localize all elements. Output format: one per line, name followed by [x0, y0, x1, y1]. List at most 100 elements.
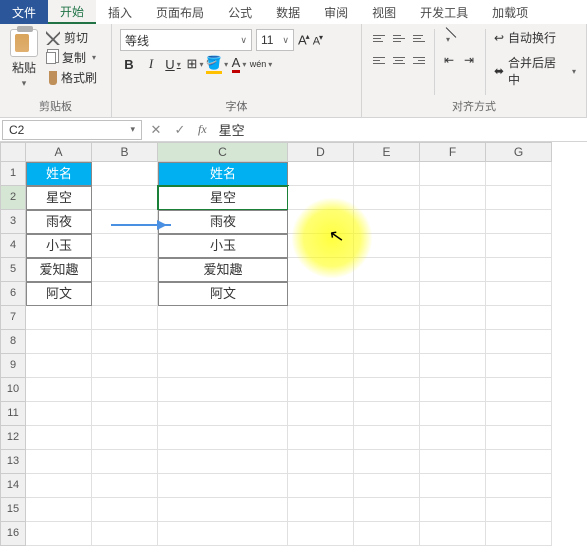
cell-E6[interactable]: [354, 282, 420, 306]
row-header-13[interactable]: 13: [0, 450, 26, 474]
cell-B15[interactable]: [92, 498, 158, 522]
cell-E8[interactable]: [354, 330, 420, 354]
cell-D15[interactable]: [288, 498, 354, 522]
row-header-6[interactable]: 6: [0, 282, 26, 306]
cell-F9[interactable]: [420, 354, 486, 378]
cell-E5[interactable]: [354, 258, 420, 282]
cut-button[interactable]: 剪切: [46, 29, 97, 46]
cell-E16[interactable]: [354, 522, 420, 546]
cell-B9[interactable]: [92, 354, 158, 378]
cell-A15[interactable]: [26, 498, 92, 522]
cell-A2[interactable]: 星空: [26, 186, 92, 210]
tab-addin[interactable]: 加载项: [480, 0, 540, 24]
cell-B13[interactable]: [92, 450, 158, 474]
cell-F1[interactable]: [420, 162, 486, 186]
col-header-E[interactable]: E: [354, 142, 420, 162]
cell-E12[interactable]: [354, 426, 420, 450]
tab-insert[interactable]: 插入: [96, 0, 144, 24]
row-header-1[interactable]: 1: [0, 162, 26, 186]
cell-F4[interactable]: [420, 234, 486, 258]
cell-G8[interactable]: [486, 330, 552, 354]
row-header-5[interactable]: 5: [0, 258, 26, 282]
cell-C9[interactable]: [158, 354, 288, 378]
cell-G9[interactable]: [486, 354, 552, 378]
decrease-font-button[interactable]: A▾: [313, 33, 322, 48]
col-header-B[interactable]: B: [92, 142, 158, 162]
border-button[interactable]: ⊞: [186, 55, 204, 73]
cell-G11[interactable]: [486, 402, 552, 426]
cell-D8[interactable]: [288, 330, 354, 354]
cell-G10[interactable]: [486, 378, 552, 402]
cell-C12[interactable]: [158, 426, 288, 450]
cell-G6[interactable]: [486, 282, 552, 306]
cell-E9[interactable]: [354, 354, 420, 378]
cell-E13[interactable]: [354, 450, 420, 474]
row-header-16[interactable]: 16: [0, 522, 26, 546]
cell-B8[interactable]: [92, 330, 158, 354]
cell-E14[interactable]: [354, 474, 420, 498]
cell-B14[interactable]: [92, 474, 158, 498]
cell-F8[interactable]: [420, 330, 486, 354]
cell-F15[interactable]: [420, 498, 486, 522]
tab-developer[interactable]: 开发工具: [408, 0, 480, 24]
col-header-D[interactable]: D: [288, 142, 354, 162]
font-name-select[interactable]: 等线∨: [120, 29, 252, 51]
cell-C16[interactable]: [158, 522, 288, 546]
cell-C2[interactable]: 星空: [158, 186, 288, 210]
cell-E1[interactable]: [354, 162, 420, 186]
col-header-C[interactable]: C: [158, 142, 288, 162]
cell-A4[interactable]: 小玉: [26, 234, 92, 258]
cell-A12[interactable]: [26, 426, 92, 450]
cell-E11[interactable]: [354, 402, 420, 426]
cell-C7[interactable]: [158, 306, 288, 330]
row-header-10[interactable]: 10: [0, 378, 26, 402]
cell-D6[interactable]: [288, 282, 354, 306]
cell-C6[interactable]: 阿文: [158, 282, 288, 306]
col-header-G[interactable]: G: [486, 142, 552, 162]
cell-B2[interactable]: [92, 186, 158, 210]
cell-G2[interactable]: [486, 186, 552, 210]
align-middle-button[interactable]: [390, 29, 408, 47]
tab-home[interactable]: 开始: [48, 0, 96, 24]
cell-B6[interactable]: [92, 282, 158, 306]
cell-B16[interactable]: [92, 522, 158, 546]
cell-B5[interactable]: [92, 258, 158, 282]
cell-B11[interactable]: [92, 402, 158, 426]
col-header-A[interactable]: A: [26, 142, 92, 162]
cell-F5[interactable]: [420, 258, 486, 282]
row-header-14[interactable]: 14: [0, 474, 26, 498]
row-header-9[interactable]: 9: [0, 354, 26, 378]
tab-file[interactable]: 文件: [0, 0, 48, 24]
cell-G4[interactable]: [486, 234, 552, 258]
cell-A8[interactable]: [26, 330, 92, 354]
cell-C13[interactable]: [158, 450, 288, 474]
cell-A11[interactable]: [26, 402, 92, 426]
cell-A3[interactable]: 雨夜: [26, 210, 92, 234]
align-top-button[interactable]: [370, 29, 388, 47]
cell-C5[interactable]: 爱知趣: [158, 258, 288, 282]
orientation-button[interactable]: [441, 29, 469, 47]
align-bottom-button[interactable]: [410, 29, 428, 47]
tab-view[interactable]: 视图: [360, 0, 408, 24]
row-header-4[interactable]: 4: [0, 234, 26, 258]
cell-D2[interactable]: [288, 186, 354, 210]
cell-D9[interactable]: [288, 354, 354, 378]
row-header-12[interactable]: 12: [0, 426, 26, 450]
cell-F12[interactable]: [420, 426, 486, 450]
cell-C15[interactable]: [158, 498, 288, 522]
tab-review[interactable]: 审阅: [312, 0, 360, 24]
cell-F3[interactable]: [420, 210, 486, 234]
cell-E7[interactable]: [354, 306, 420, 330]
cell-F11[interactable]: [420, 402, 486, 426]
row-header-8[interactable]: 8: [0, 330, 26, 354]
cell-D5[interactable]: [288, 258, 354, 282]
cell-B7[interactable]: [92, 306, 158, 330]
cell-A13[interactable]: [26, 450, 92, 474]
format-painter-button[interactable]: 格式刷: [46, 69, 97, 86]
cell-A1[interactable]: 姓名: [26, 162, 92, 186]
cell-F13[interactable]: [420, 450, 486, 474]
align-center-button[interactable]: [390, 51, 408, 69]
cell-G3[interactable]: [486, 210, 552, 234]
cell-A7[interactable]: [26, 306, 92, 330]
tab-data[interactable]: 数据: [264, 0, 312, 24]
